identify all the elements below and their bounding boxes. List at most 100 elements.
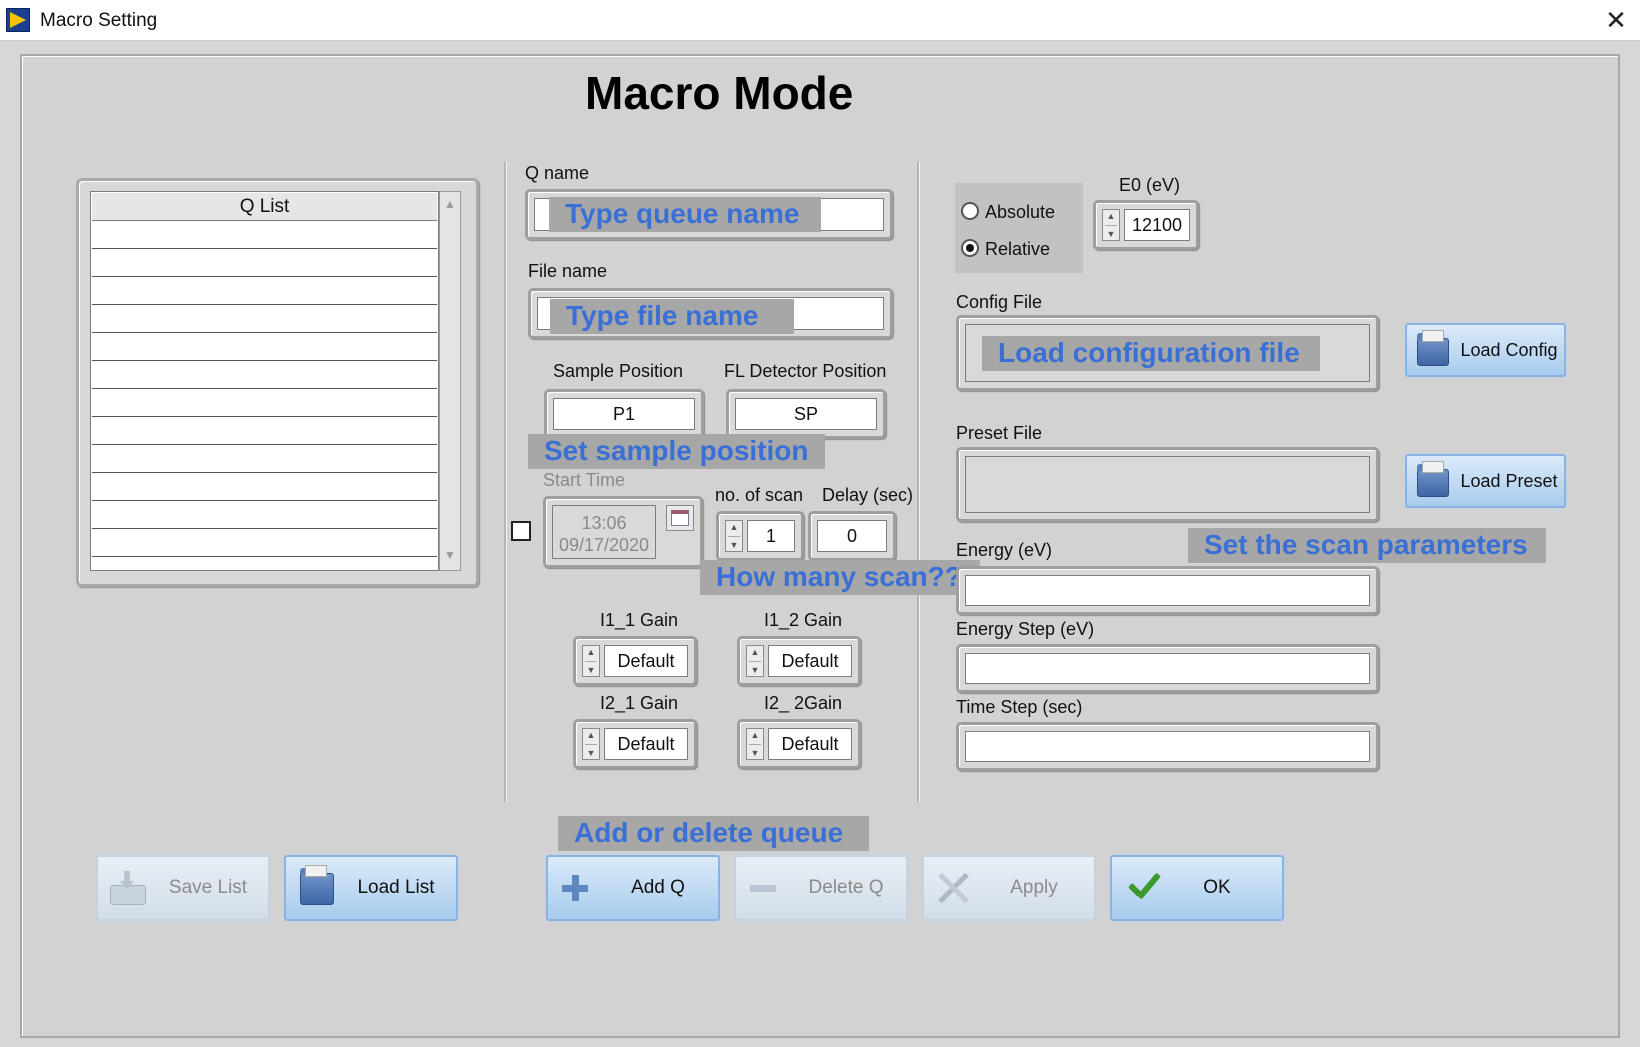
- q-name-label: Q name: [525, 163, 590, 183]
- load-config-label: Load Config: [1460, 339, 1558, 360]
- fl-detector-position-label: FL Detector Position: [724, 361, 887, 381]
- sample-position-label: Sample Position: [553, 361, 684, 381]
- save-list-button[interactable]: Save List: [96, 855, 270, 921]
- delete-q-button[interactable]: Delete Q: [734, 855, 908, 921]
- apply-label: Apply: [1010, 877, 1058, 898]
- start-time-time: 13:06: [581, 513, 627, 533]
- table-row[interactable]: [92, 556, 437, 557]
- table-row[interactable]: [92, 388, 437, 389]
- save-icon: [110, 871, 146, 905]
- absolute-radio[interactable]: [961, 202, 979, 220]
- energy-step-input[interactable]: [965, 653, 1370, 684]
- time-step-field[interactable]: [956, 722, 1379, 771]
- e0-label: E0 (eV): [1119, 175, 1181, 195]
- no-of-scan-spinner[interactable]: ▲ ▼: [725, 520, 743, 552]
- increment-icon[interactable]: ▲: [747, 647, 763, 657]
- fl-detector-position-input[interactable]: SP: [735, 398, 877, 430]
- i2-1-gain-value[interactable]: Default: [604, 728, 688, 760]
- table-row[interactable]: [92, 332, 437, 333]
- decrement-icon[interactable]: ▼: [1103, 229, 1119, 239]
- decrement-icon[interactable]: ▼: [726, 540, 742, 550]
- decrement-icon[interactable]: ▼: [747, 665, 763, 675]
- config-file-label: Config File: [956, 292, 1043, 312]
- folder-icon: [1417, 461, 1449, 497]
- preset-file-field[interactable]: [956, 447, 1379, 522]
- load-list-label: Load List: [357, 877, 435, 898]
- i2-2-gain-control[interactable]: ▲ ▼ Default: [737, 719, 861, 769]
- apply-button[interactable]: Apply: [922, 855, 1096, 921]
- scroll-up-icon[interactable]: ▲: [441, 197, 459, 211]
- table-row[interactable]: [92, 304, 437, 305]
- i1-1-gain-label: I1_1 Gain: [600, 610, 679, 630]
- table-row[interactable]: [92, 528, 437, 529]
- e0-input[interactable]: 12100: [1124, 209, 1190, 241]
- i1-2-gain-control[interactable]: ▲ ▼ Default: [737, 636, 861, 686]
- app-icon: [6, 8, 30, 32]
- title-bar: [0, 0, 1640, 41]
- annotation-scan-params: Set the scan parameters: [1188, 528, 1546, 563]
- qlist-scrollbar[interactable]: [439, 191, 461, 571]
- add-q-button[interactable]: Add Q: [546, 855, 720, 921]
- decrement-icon[interactable]: ▼: [583, 665, 599, 675]
- increment-icon[interactable]: ▲: [583, 730, 599, 740]
- no-of-scan-label: no. of scan: [715, 485, 804, 505]
- increment-icon[interactable]: ▲: [1103, 211, 1119, 221]
- i1-2-gain-value[interactable]: Default: [768, 645, 852, 677]
- table-row[interactable]: [92, 472, 437, 473]
- increment-icon[interactable]: ▲: [747, 730, 763, 740]
- i1-1-gain-spinner[interactable]: ▲ ▼: [582, 645, 600, 677]
- sample-position-input[interactable]: P1: [553, 398, 695, 430]
- delay-input[interactable]: 0: [817, 520, 887, 552]
- i2-2-gain-label: I2_ 2Gain: [764, 693, 843, 713]
- energy-input[interactable]: [965, 575, 1370, 606]
- decrement-icon[interactable]: ▼: [583, 748, 599, 758]
- scroll-down-icon[interactable]: ▼: [441, 548, 459, 562]
- i1-2-gain-label: I1_2 Gain: [764, 610, 843, 630]
- i1-1-gain-value[interactable]: Default: [604, 645, 688, 677]
- load-list-button[interactable]: Load List: [284, 855, 458, 921]
- ok-button[interactable]: OK: [1110, 855, 1284, 921]
- no-of-scan-input[interactable]: 1: [747, 520, 795, 552]
- table-row[interactable]: [92, 360, 437, 361]
- decrement-icon[interactable]: ▼: [747, 748, 763, 758]
- i2-2-gain-spinner[interactable]: ▲ ▼: [746, 728, 764, 760]
- window-title: Macro Setting: [40, 10, 158, 31]
- e0-control[interactable]: ▲ ▼ 12100: [1093, 200, 1199, 250]
- i1-1-gain-control[interactable]: ▲ ▼ Default: [573, 636, 697, 686]
- table-row[interactable]: [92, 416, 437, 417]
- table-row[interactable]: [92, 444, 437, 445]
- i2-2-gain-value[interactable]: Default: [768, 728, 852, 760]
- start-time-label: Start Time: [543, 470, 626, 490]
- calendar-icon: [666, 505, 694, 531]
- i2-1-gain-spinner[interactable]: ▲ ▼: [582, 728, 600, 760]
- table-row[interactable]: [92, 500, 437, 501]
- divider: [504, 162, 507, 802]
- delay-field[interactable]: 0: [808, 511, 896, 561]
- start-time-checkbox[interactable]: [511, 521, 531, 541]
- load-preset-button[interactable]: Load Preset: [1405, 454, 1566, 508]
- preset-file-label: Preset File: [956, 423, 1043, 443]
- table-row[interactable]: [92, 276, 437, 277]
- load-config-button[interactable]: Load Config: [1405, 323, 1566, 377]
- preset-file-path[interactable]: [965, 456, 1370, 513]
- energy-step-field[interactable]: [956, 644, 1379, 693]
- fl-detector-position-field[interactable]: SP: [726, 389, 886, 439]
- qlist-header: Q List: [92, 193, 437, 221]
- e0-spinner[interactable]: ▲ ▼: [1102, 209, 1120, 241]
- delay-label: Delay (sec): [822, 485, 914, 505]
- folder-icon: [300, 865, 334, 905]
- i2-1-gain-control[interactable]: ▲ ▼ Default: [573, 719, 697, 769]
- no-of-scan-control[interactable]: ▲ ▼ 1: [716, 511, 804, 561]
- energy-field[interactable]: [956, 566, 1379, 615]
- annotation-add-delete: Add or delete queue: [558, 816, 870, 851]
- annotation-file-name: Type file name: [550, 299, 795, 334]
- i1-2-gain-spinner[interactable]: ▲ ▼: [746, 645, 764, 677]
- save-list-label: Save List: [168, 877, 248, 898]
- relative-radio[interactable]: [961, 239, 979, 257]
- time-step-input[interactable]: [965, 731, 1370, 762]
- increment-icon[interactable]: ▲: [583, 647, 599, 657]
- increment-icon[interactable]: ▲: [726, 522, 742, 532]
- table-row[interactable]: [92, 248, 437, 249]
- sample-position-field[interactable]: P1: [544, 389, 704, 439]
- close-icon[interactable]: ✕: [1596, 4, 1636, 36]
